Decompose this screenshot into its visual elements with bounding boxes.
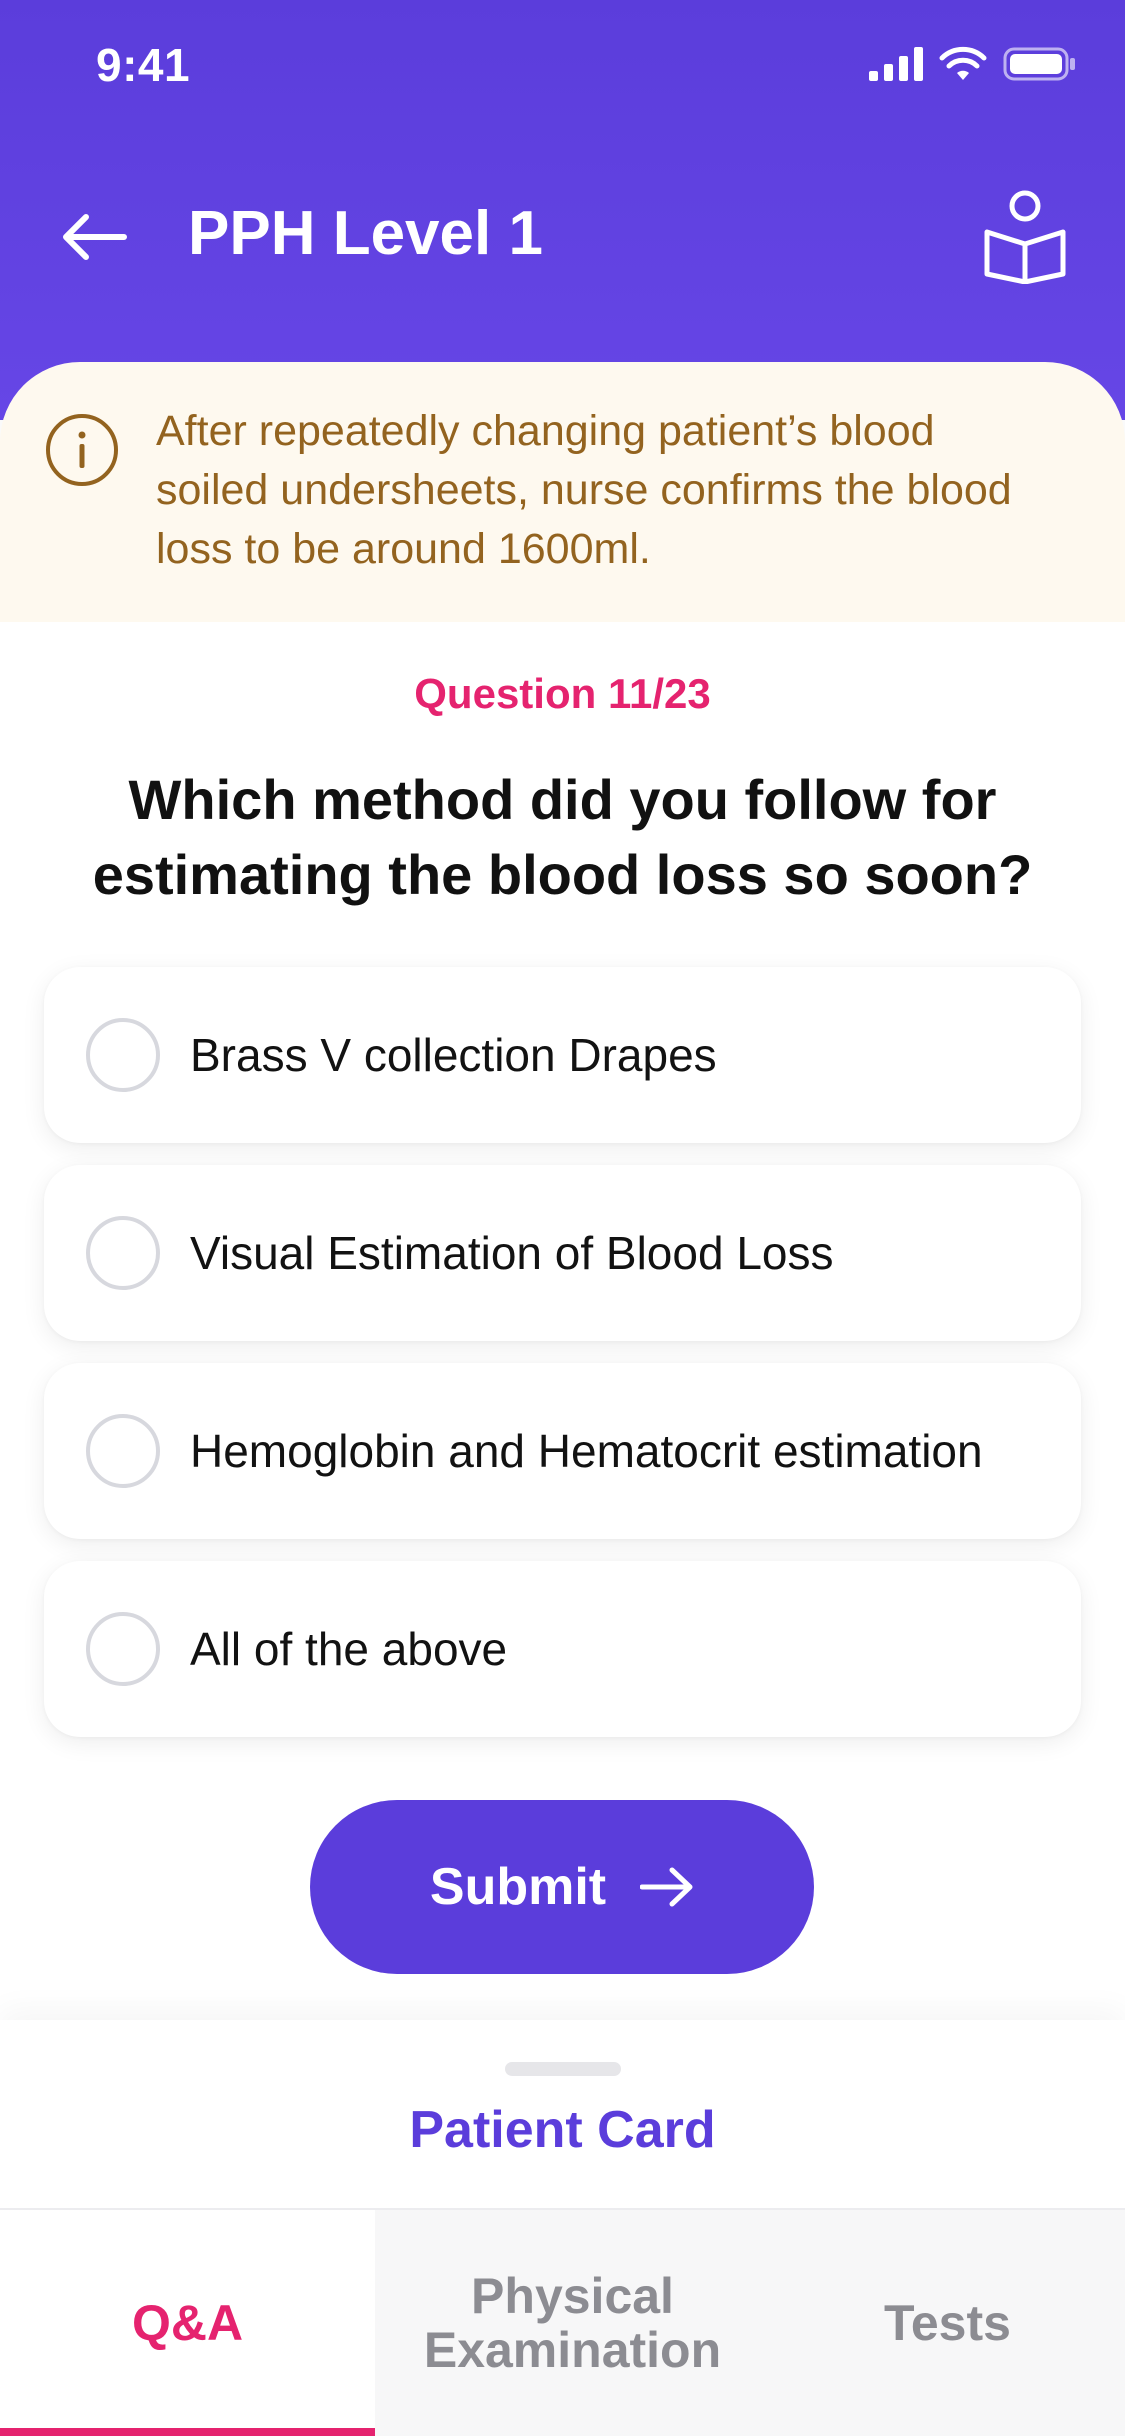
tab-physical-examination[interactable]: Physical Examination [375, 2210, 770, 2436]
info-icon [46, 414, 118, 486]
page-title: PPH Level 1 [188, 199, 543, 268]
tab-physical-examination-label: Physical Examination [423, 2268, 722, 2378]
answer-option[interactable]: Hemoglobin and Hematocrit estimation [44, 1363, 1081, 1539]
answer-option[interactable]: All of the above [44, 1561, 1081, 1737]
tab-bar: Q&A Physical Examination Tests [0, 2208, 1125, 2436]
info-banner: After repeatedly changing patient’s bloo… [0, 362, 1125, 622]
tab-qa[interactable]: Q&A [0, 2210, 375, 2436]
submit-label: Submit [429, 1858, 607, 1916]
arrow-right-icon [640, 1867, 693, 1907]
status-bar: 9:41 [0, 0, 1125, 132]
question-panel: Question 11/23 Which method did you foll… [0, 622, 1125, 2022]
radio-button[interactable] [86, 1414, 160, 1488]
radio-button[interactable] [86, 1018, 160, 1092]
learning-resources-button[interactable] [975, 186, 1075, 286]
sheet-drag-handle[interactable] [505, 2062, 621, 2076]
status-time: 9:41 [96, 39, 191, 91]
patient-card-sheet: Patient Card Q&A Physical Examination Te… [0, 2020, 1125, 2436]
answer-option[interactable]: Brass V collection Drapes [44, 967, 1081, 1143]
question-counter: Question 11/23 [414, 670, 711, 717]
radio-button[interactable] [86, 1612, 160, 1686]
answer-option-label: Visual Estimation of Blood Loss [190, 1227, 834, 1279]
screen: 9:41 PPH Level 1 After repeatedly changi… [0, 0, 1125, 2436]
back-button[interactable] [54, 202, 134, 272]
tab-tests[interactable]: Tests [770, 2210, 1125, 2436]
answer-options: Brass V collection Drapes Visual Estimat… [44, 967, 1081, 1759]
status-icons [869, 46, 1077, 82]
answer-option-label: Brass V collection Drapes [190, 1029, 717, 1081]
answer-option-label: All of the above [190, 1623, 508, 1675]
nav-bar: PPH Level 1 [0, 180, 1125, 290]
question-text: Which method did you follow for estimati… [92, 768, 1033, 906]
submit-button[interactable]: Submit [310, 1800, 814, 1974]
sheet-title[interactable]: Patient Card [0, 2100, 1125, 2160]
battery-icon [1003, 47, 1075, 81]
answer-option-label: Hemoglobin and Hematocrit estimation [190, 1425, 983, 1477]
header: 9:41 PPH Level 1 [0, 0, 1125, 420]
arrow-left-icon [63, 214, 127, 260]
radio-button[interactable] [86, 1216, 160, 1290]
signal-icon [869, 47, 923, 81]
reading-person-icon [984, 190, 1066, 284]
answer-option[interactable]: Visual Estimation of Blood Loss [44, 1165, 1081, 1341]
info-text: After repeatedly changing patient’s bloo… [156, 407, 1012, 573]
wifi-icon [939, 46, 987, 80]
